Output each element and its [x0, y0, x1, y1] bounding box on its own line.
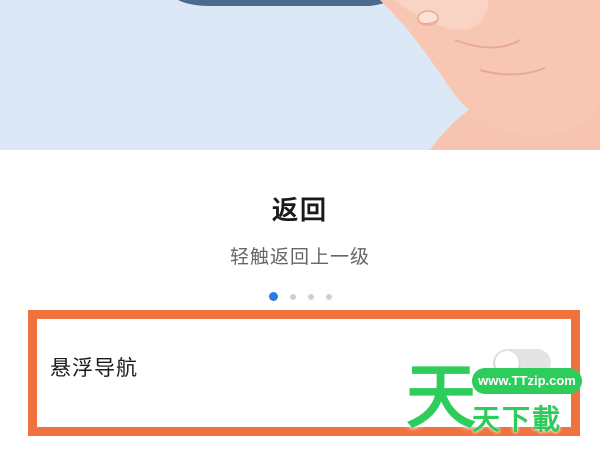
watermark-logo: 天 — [406, 356, 476, 438]
page-indicator[interactable] — [0, 292, 600, 301]
page-dot-2[interactable] — [289, 293, 296, 300]
page-dot-3[interactable] — [307, 293, 314, 300]
watermark-url: www.TTzip.com — [472, 368, 582, 394]
watermark-text: 天下載 — [472, 403, 563, 436]
gesture-illustration — [0, 0, 600, 150]
gesture-title: 返回 — [271, 196, 328, 226]
page-dot-1[interactable] — [268, 292, 278, 301]
gesture-description: 轻触返回上一级 — [229, 246, 370, 268]
hand-illustration — [178, 0, 600, 150]
floating-navigation-label: 悬浮导航 — [50, 356, 138, 380]
page-dot-4[interactable] — [325, 293, 332, 300]
